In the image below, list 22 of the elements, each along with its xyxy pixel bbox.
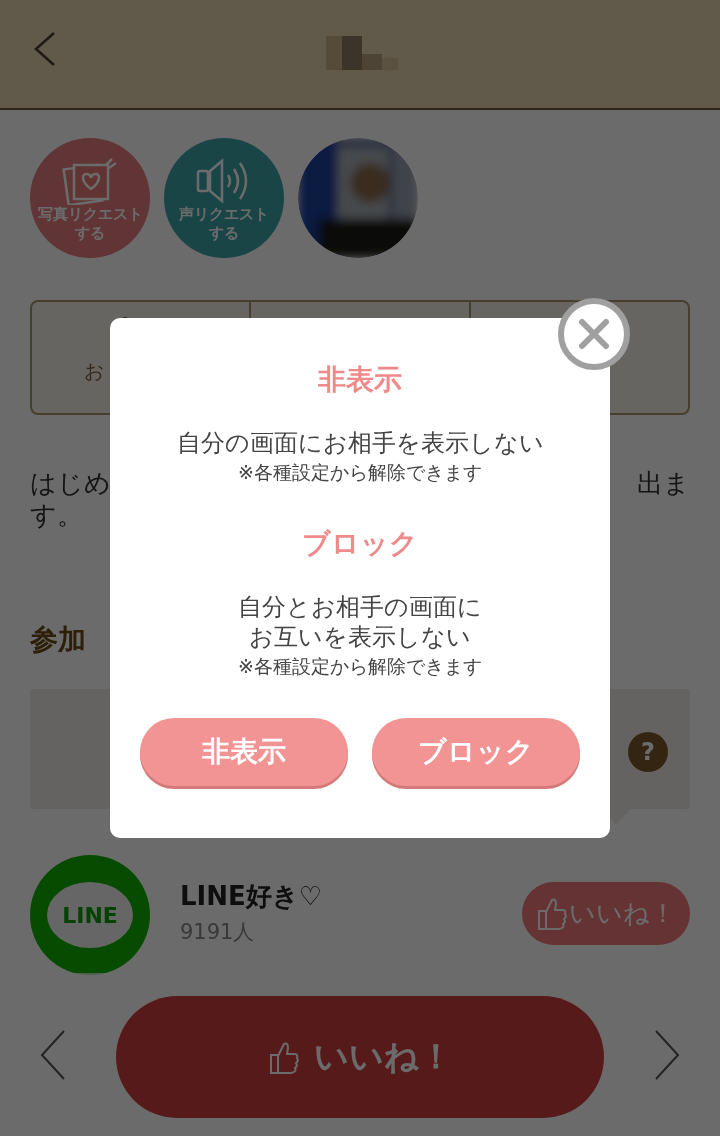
- close-icon[interactable]: [556, 296, 632, 372]
- dialog-note: ※各種設定から解除できます: [237, 460, 483, 485]
- previous-icon[interactable]: [40, 1028, 66, 1081]
- like-button[interactable]: いいね！: [116, 995, 604, 1118]
- intro-text: す。: [30, 499, 84, 531]
- group-name: LINE好き♡: [180, 880, 324, 913]
- dialog-note: ※各種設定から解除できます: [237, 654, 483, 679]
- thumbs-up-icon: [536, 896, 567, 931]
- tab-label[interactable]: お: [84, 358, 104, 385]
- dialog-button[interactable]: 非表示: [140, 718, 348, 786]
- section-title: 参加: [30, 622, 86, 658]
- intro-text: はじめ: [30, 467, 111, 499]
- next-icon[interactable]: [654, 1028, 680, 1081]
- voice-request-button[interactable]: 声リクエストする: [164, 138, 284, 258]
- dialog-heading: ブロック: [301, 526, 419, 562]
- dialog-button[interactable]: ブロック: [372, 718, 580, 786]
- dialog-heading: 非表示: [317, 362, 403, 398]
- dialog-text: 自分とお相手の画面にお互いを表示しない: [237, 592, 483, 652]
- logo-text: LINE: [47, 882, 133, 948]
- intro-text: 出ま: [637, 467, 690, 499]
- dialog-text: 自分の画面にお相手を表示しない: [175, 428, 545, 458]
- help-icon[interactable]: ?: [628, 732, 668, 772]
